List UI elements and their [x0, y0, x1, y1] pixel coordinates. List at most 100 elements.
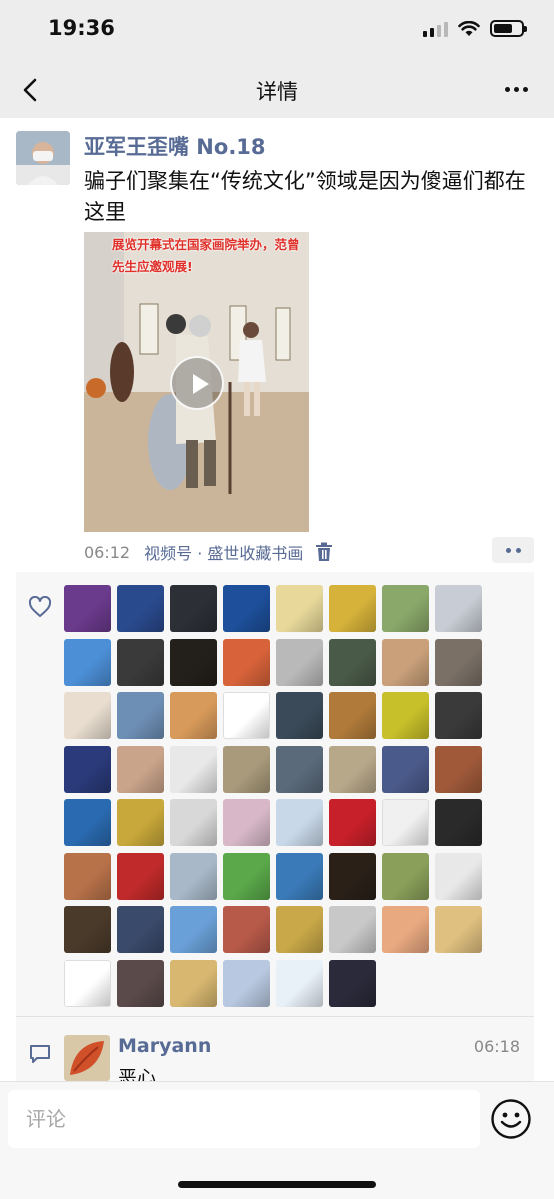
- liker-avatar[interactable]: [117, 638, 164, 686]
- liker-avatar[interactable]: [329, 585, 376, 632]
- liker-avatar[interactable]: [329, 745, 376, 793]
- liker-avatar[interactable]: [223, 638, 270, 686]
- comment-bubble-icon: [30, 1045, 50, 1063]
- video-caption: 展览开幕式在国家画院举办，范曾先生应邀观展!: [112, 237, 300, 274]
- page-title: 详情: [256, 80, 298, 104]
- liker-avatar[interactable]: [276, 906, 323, 953]
- liker-avatar[interactable]: [276, 852, 323, 900]
- status-icons: [423, 20, 527, 37]
- liker-avatar[interactable]: [64, 638, 111, 686]
- liker-avatar[interactable]: [64, 799, 111, 846]
- liker-avatar[interactable]: [329, 852, 376, 900]
- liker-avatar[interactable]: [382, 692, 429, 739]
- nav-bar: 详情: [0, 60, 554, 118]
- liker-avatar[interactable]: [435, 906, 482, 953]
- liker-avatar[interactable]: [64, 585, 111, 632]
- comment-author[interactable]: Maryann: [118, 1035, 211, 1057]
- liker-avatar[interactable]: [117, 585, 164, 632]
- liker-avatar[interactable]: [170, 585, 217, 632]
- liker-avatar[interactable]: [170, 692, 217, 739]
- liker-avatar[interactable]: [276, 959, 323, 1007]
- liker-avatar[interactable]: [117, 692, 164, 739]
- status-bar: 19:36: [0, 0, 554, 60]
- liker-avatar[interactable]: [64, 692, 111, 739]
- liker-avatar[interactable]: [435, 745, 482, 793]
- liker-avatar[interactable]: [223, 692, 270, 739]
- comment-time: 06:18: [473, 1037, 520, 1056]
- liker-avatar[interactable]: [170, 745, 217, 793]
- heart-icon: [28, 596, 52, 617]
- post-actions-button[interactable]: [492, 537, 534, 563]
- liker-avatar[interactable]: [435, 692, 482, 739]
- post-author-name[interactable]: 亚军王歪嘴 No.18: [84, 131, 266, 161]
- liker-avatar[interactable]: [435, 585, 482, 632]
- video-thumbnail[interactable]: 展览开幕式在国家画院举办，范曾先生应邀观展!: [84, 232, 309, 532]
- likes-section: [16, 572, 534, 1017]
- liker-avatar[interactable]: [170, 799, 217, 846]
- post-text: 骗子们聚集在“传统文化”领域是因为傻逼们都在这里: [84, 169, 526, 224]
- liker-avatar[interactable]: [382, 585, 429, 632]
- liker-avatar[interactable]: [64, 852, 111, 900]
- status-time: 19:36: [48, 16, 115, 40]
- dot-icon: [522, 86, 528, 92]
- commenter-avatar[interactable]: [64, 1035, 110, 1081]
- liker-avatar[interactable]: [223, 585, 270, 632]
- play-icon[interactable]: [170, 356, 224, 410]
- liker-avatar[interactable]: [435, 799, 482, 846]
- liker-avatar[interactable]: [382, 638, 429, 686]
- liker-avatar[interactable]: [276, 692, 323, 739]
- channel-link[interactable]: 视频号 · 盛世收藏书画: [144, 540, 303, 564]
- comments-section: Maryann 06:18 恶心: [16, 1017, 534, 1081]
- cellular-signal-icon: [423, 21, 448, 37]
- liker-avatar[interactable]: [117, 799, 164, 846]
- wifi-icon: [458, 20, 480, 36]
- liker-avatar[interactable]: [117, 852, 164, 900]
- trash-icon[interactable]: [315, 542, 333, 562]
- battery-level: [494, 24, 513, 33]
- liker-avatar[interactable]: [170, 852, 217, 900]
- dot-icon: [513, 86, 519, 92]
- liker-avatar[interactable]: [382, 852, 429, 900]
- liker-avatar[interactable]: [117, 959, 164, 1007]
- liker-avatar[interactable]: [382, 906, 429, 953]
- dot-icon: [504, 86, 510, 92]
- liker-avatar[interactable]: [382, 799, 429, 846]
- dot-icon: [515, 547, 521, 553]
- liker-avatar[interactable]: [64, 959, 111, 1007]
- dot-icon: [505, 547, 511, 553]
- liker-avatar[interactable]: [276, 585, 323, 632]
- liker-avatar[interactable]: [382, 745, 429, 793]
- liker-avatar[interactable]: [435, 852, 482, 900]
- liker-avatar[interactable]: [64, 906, 111, 953]
- home-indicator: [178, 1181, 376, 1188]
- post-meta: 06:12 视频号 · 盛世收藏书画: [84, 540, 333, 564]
- liker-avatar[interactable]: [170, 906, 217, 953]
- liker-avatar[interactable]: [276, 638, 323, 686]
- liker-avatar[interactable]: [223, 799, 270, 846]
- liker-avatar[interactable]: [223, 852, 270, 900]
- more-options-button[interactable]: [498, 74, 534, 104]
- comment-input[interactable]: [8, 1090, 480, 1148]
- liker-avatar[interactable]: [117, 745, 164, 793]
- liker-avatar[interactable]: [435, 638, 482, 686]
- liker-avatar[interactable]: [223, 906, 270, 953]
- liker-avatar[interactable]: [329, 959, 376, 1007]
- liker-avatar[interactable]: [223, 959, 270, 1007]
- author-avatar[interactable]: [16, 131, 70, 185]
- liker-avatar[interactable]: [329, 799, 376, 846]
- liker-avatar[interactable]: [329, 638, 376, 686]
- liker-avatar[interactable]: [276, 799, 323, 846]
- liker-avatar[interactable]: [329, 906, 376, 953]
- liker-avatar[interactable]: [329, 692, 376, 739]
- emoji-icon[interactable]: [490, 1098, 532, 1140]
- person-photo-icon: [16, 131, 70, 185]
- battery-icon: [490, 20, 527, 37]
- liker-avatar[interactable]: [117, 906, 164, 953]
- liker-avatar[interactable]: [170, 638, 217, 686]
- flower-photo-icon: [64, 1035, 110, 1081]
- liker-avatar[interactable]: [170, 959, 217, 1007]
- likes-avatar-grid: [64, 585, 494, 1007]
- liker-avatar[interactable]: [223, 745, 270, 793]
- liker-avatar[interactable]: [64, 745, 111, 793]
- liker-avatar[interactable]: [276, 745, 323, 793]
